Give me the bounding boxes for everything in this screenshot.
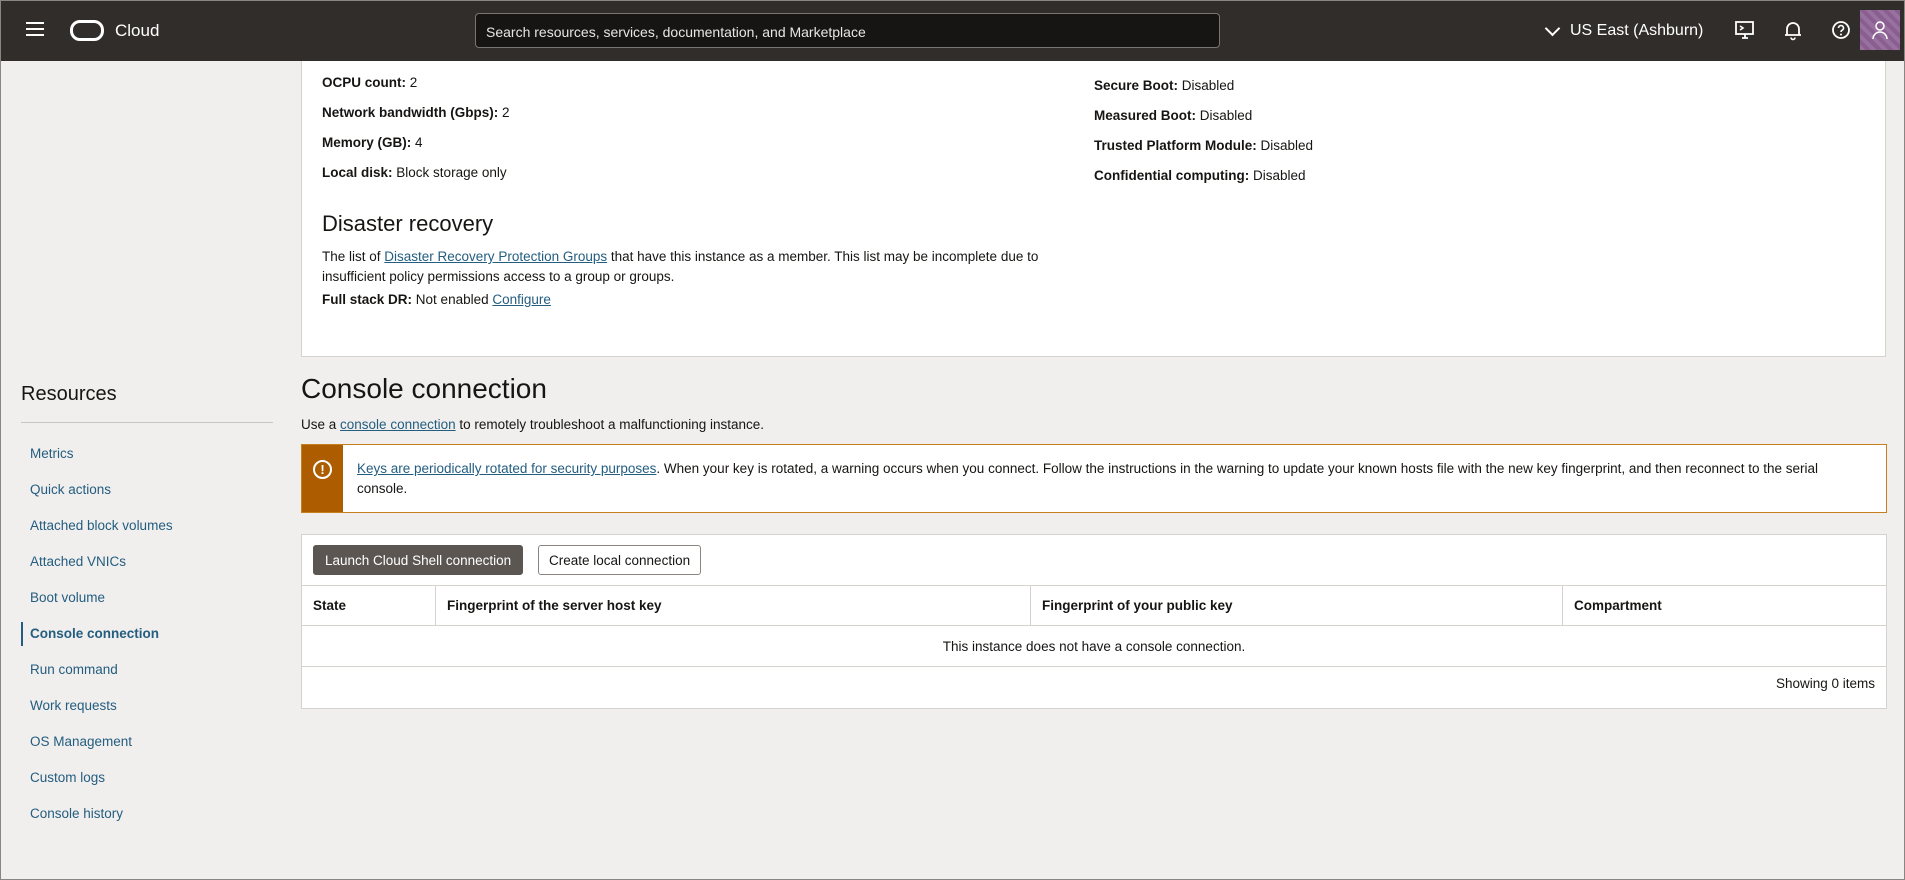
sidebar-item-run-command[interactable]: Run command (21, 658, 173, 694)
detail-memory: Memory (GB): 4 (322, 135, 423, 150)
region-selector[interactable]: US East (Ashburn) (1542, 19, 1703, 43)
column-compartment[interactable]: Compartment (1562, 586, 1886, 625)
divider (21, 422, 273, 423)
detail-secure-boot: Secure Boot: Disabled (1094, 78, 1235, 93)
instance-details-card (301, 61, 1886, 357)
empty-table-message: This instance does not have a console co… (302, 626, 1886, 667)
resources-heading: Resources (21, 383, 117, 405)
launch-cloud-shell-button[interactable]: Launch Cloud Shell connection (313, 545, 524, 575)
sidebar-item-console-connection[interactable]: Console connection (21, 622, 173, 658)
user-avatar[interactable] (1860, 10, 1900, 50)
sidebar-item-os-management[interactable]: OS Management (21, 730, 173, 766)
bell-icon[interactable] (1782, 19, 1804, 41)
warning-message: Keys are periodically rotated for securi… (357, 461, 1819, 496)
warning-icon: ! (313, 460, 332, 479)
full-stack-dr: Full stack DR: Not enabled Configure (322, 292, 551, 307)
configure-link[interactable]: Configure (492, 292, 551, 307)
menu-icon[interactable] (26, 22, 44, 36)
detail-local-disk: Local disk: Block storage only (322, 165, 507, 180)
detail-confidential-computing: Confidential computing: Disabled (1094, 168, 1306, 183)
brand-label[interactable]: Cloud (115, 21, 159, 41)
warning-strip: ! (302, 445, 343, 512)
column-server-host-key[interactable]: Fingerprint of the server host key (435, 586, 1030, 625)
console-connections-table: Launch Cloud Shell connection Create loc… (301, 534, 1887, 709)
sidebar-item-custom-logs[interactable]: Custom logs (21, 766, 173, 802)
cloud-shell-icon[interactable] (1734, 19, 1756, 41)
top-navigation-bar: Cloud US East (Ashburn) (0, 0, 1905, 61)
detail-network-bandwidth: Network bandwidth (Gbps): 2 (322, 105, 510, 120)
detail-trusted-platform-module: Trusted Platform Module: Disabled (1094, 138, 1314, 153)
sidebar-item-metrics[interactable]: Metrics (21, 442, 173, 478)
column-public-key[interactable]: Fingerprint of your public key (1030, 586, 1562, 625)
region-label: US East (Ashburn) (1570, 22, 1704, 39)
user-icon (1872, 21, 1888, 40)
disaster-recovery-heading: Disaster recovery (322, 211, 494, 236)
sidebar-item-quick-actions[interactable]: Quick actions (21, 478, 173, 514)
chevron-down-icon (1544, 20, 1561, 36)
disaster-recovery-description: The list of Disaster Recovery Protection… (322, 249, 1039, 284)
sidebar-item-work-requests[interactable]: Work requests (21, 694, 173, 730)
detail-measured-boot: Measured Boot: Disabled (1094, 108, 1253, 123)
sidebar-item-boot-volume[interactable]: Boot volume (21, 586, 173, 622)
column-state[interactable]: State (302, 586, 435, 625)
dr-protection-groups-link[interactable]: Disaster Recovery Protection Groups (384, 249, 607, 264)
sidebar-item-attached-vnics[interactable]: Attached VNICs (21, 550, 173, 586)
create-local-connection-button[interactable]: Create local connection (538, 545, 702, 575)
console-connection-link[interactable]: console connection (340, 417, 456, 432)
resources-nav: Metrics Quick actions Attached block vol… (21, 442, 173, 838)
oracle-logo-icon[interactable] (70, 20, 104, 41)
console-connection-heading: Console connection (301, 373, 547, 404)
search-box[interactable] (475, 13, 1220, 49)
search-input[interactable] (484, 14, 1208, 49)
key-rotation-link[interactable]: Keys are periodically rotated for securi… (357, 461, 656, 476)
key-rotation-warning: ! Keys are periodically rotated for secu… (301, 444, 1887, 513)
item-count: Showing 0 items (1775, 676, 1875, 691)
sidebar-item-attached-block-volumes[interactable]: Attached block volumes (21, 514, 173, 550)
sidebar-item-console-history[interactable]: Console history (21, 802, 173, 838)
help-icon[interactable] (1830, 19, 1852, 41)
table-header: State Fingerprint of the server host key… (302, 585, 1886, 626)
detail-ocpu: OCPU count: 2 (322, 75, 418, 90)
console-connection-description: Use a console connection to remotely tro… (301, 417, 765, 432)
